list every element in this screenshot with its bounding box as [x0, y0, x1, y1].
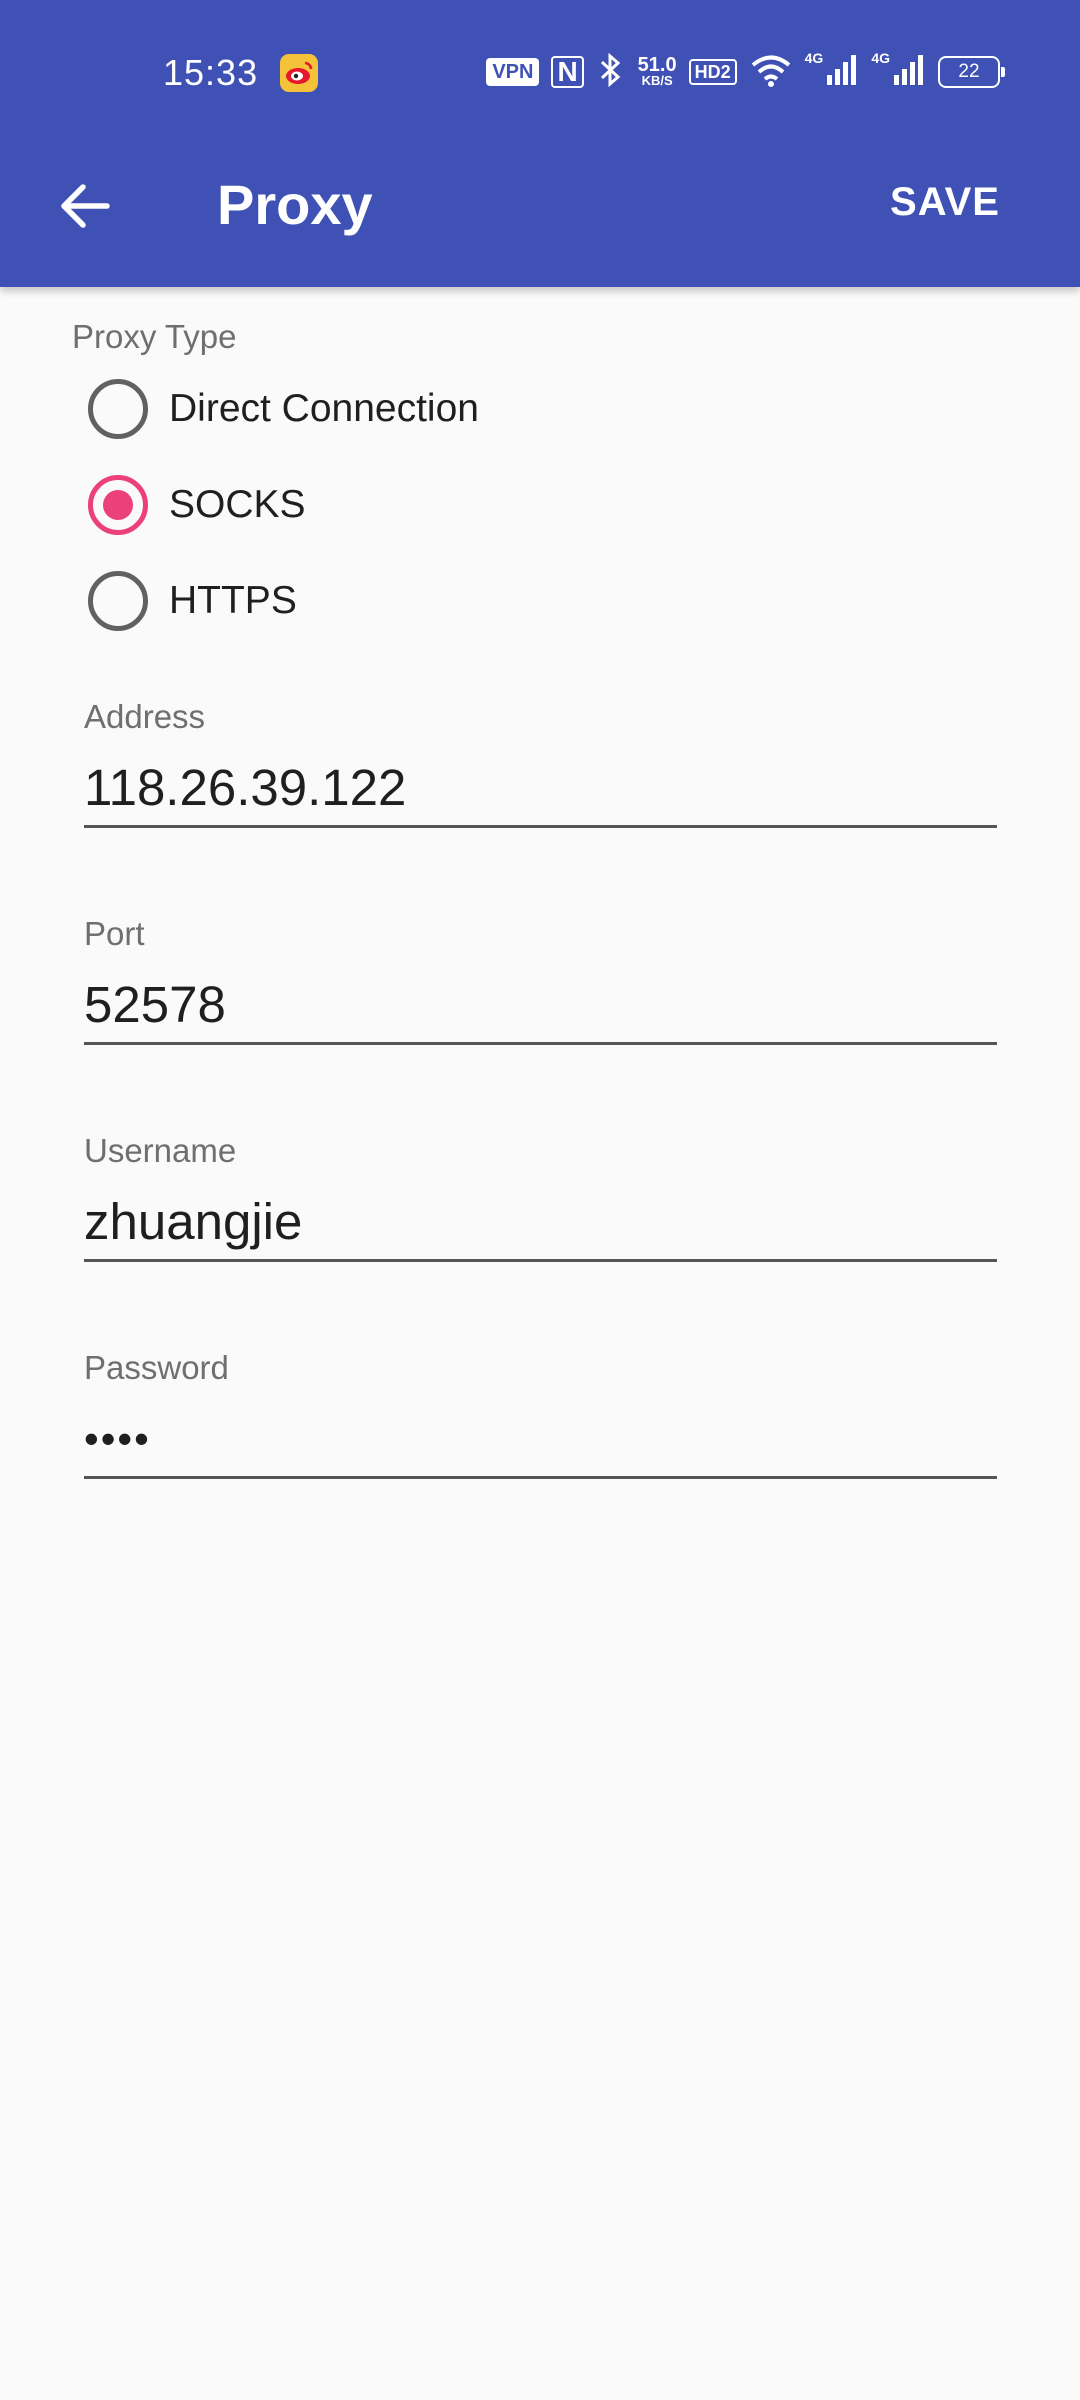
- speed-unit: KB/S: [641, 73, 673, 88]
- radio-direct-connection[interactable]: Direct Connection: [88, 369, 688, 449]
- page-title: Proxy: [217, 173, 373, 236]
- signal-1-label: 4G: [804, 50, 824, 66]
- signal-icon: [892, 53, 926, 92]
- radio-label: HTTPS: [169, 579, 297, 622]
- proxy-type-label: Proxy Type: [72, 318, 237, 355]
- password-label: Password: [84, 1349, 229, 1386]
- status-time: 15:33: [163, 52, 259, 93]
- radio-label: SOCKS: [169, 483, 306, 526]
- bluetooth-icon: [596, 51, 626, 94]
- app-bar: 15:33 VPN N 51.0 KB/S HD2 4G 4G 22 Proxy…: [0, 0, 1080, 287]
- battery-icon: 22: [938, 56, 1005, 88]
- arrow-back-icon: [61, 184, 110, 228]
- radio-button[interactable]: [88, 475, 148, 535]
- password-field: Password: [84, 1349, 997, 1479]
- radio-https[interactable]: HTTPS: [88, 561, 688, 641]
- port-label: Port: [84, 915, 145, 952]
- port-field: Port: [84, 915, 997, 1045]
- status-bar: 15:33 VPN N 51.0 KB/S HD2 4G 4G 22: [0, 0, 1080, 140]
- radio-button[interactable]: [88, 379, 148, 439]
- username-label: Username: [84, 1132, 237, 1169]
- username-field: Username: [84, 1132, 997, 1262]
- hd-icon: HD2: [688, 59, 737, 85]
- save-button[interactable]: SAVE: [890, 180, 1000, 225]
- port-input[interactable]: [84, 967, 997, 1045]
- username-input[interactable]: [84, 1184, 997, 1262]
- vpn-icon: VPN: [486, 58, 540, 86]
- network-speed: 51.0 KB/S: [637, 54, 677, 88]
- wifi-icon: [749, 52, 793, 93]
- password-input[interactable]: [84, 1401, 997, 1479]
- radio-button[interactable]: [88, 571, 148, 631]
- address-input[interactable]: [84, 750, 997, 828]
- address-label: Address: [84, 698, 206, 735]
- address-field: Address: [84, 698, 997, 828]
- weibo-icon: [280, 54, 318, 92]
- battery-level: 22: [958, 61, 980, 82]
- speed-value: 51.0: [637, 54, 677, 76]
- radio-label: Direct Connection: [169, 387, 479, 430]
- radio-socks[interactable]: SOCKS: [88, 465, 688, 545]
- signal-2-label: 4G: [871, 50, 890, 66]
- status-icons: VPN N 51.0 KB/S HD2 4G 4G 22: [486, 50, 1005, 94]
- signal-icon: [825, 53, 859, 92]
- nfc-icon: N: [551, 56, 584, 88]
- back-button[interactable]: [48, 170, 120, 242]
